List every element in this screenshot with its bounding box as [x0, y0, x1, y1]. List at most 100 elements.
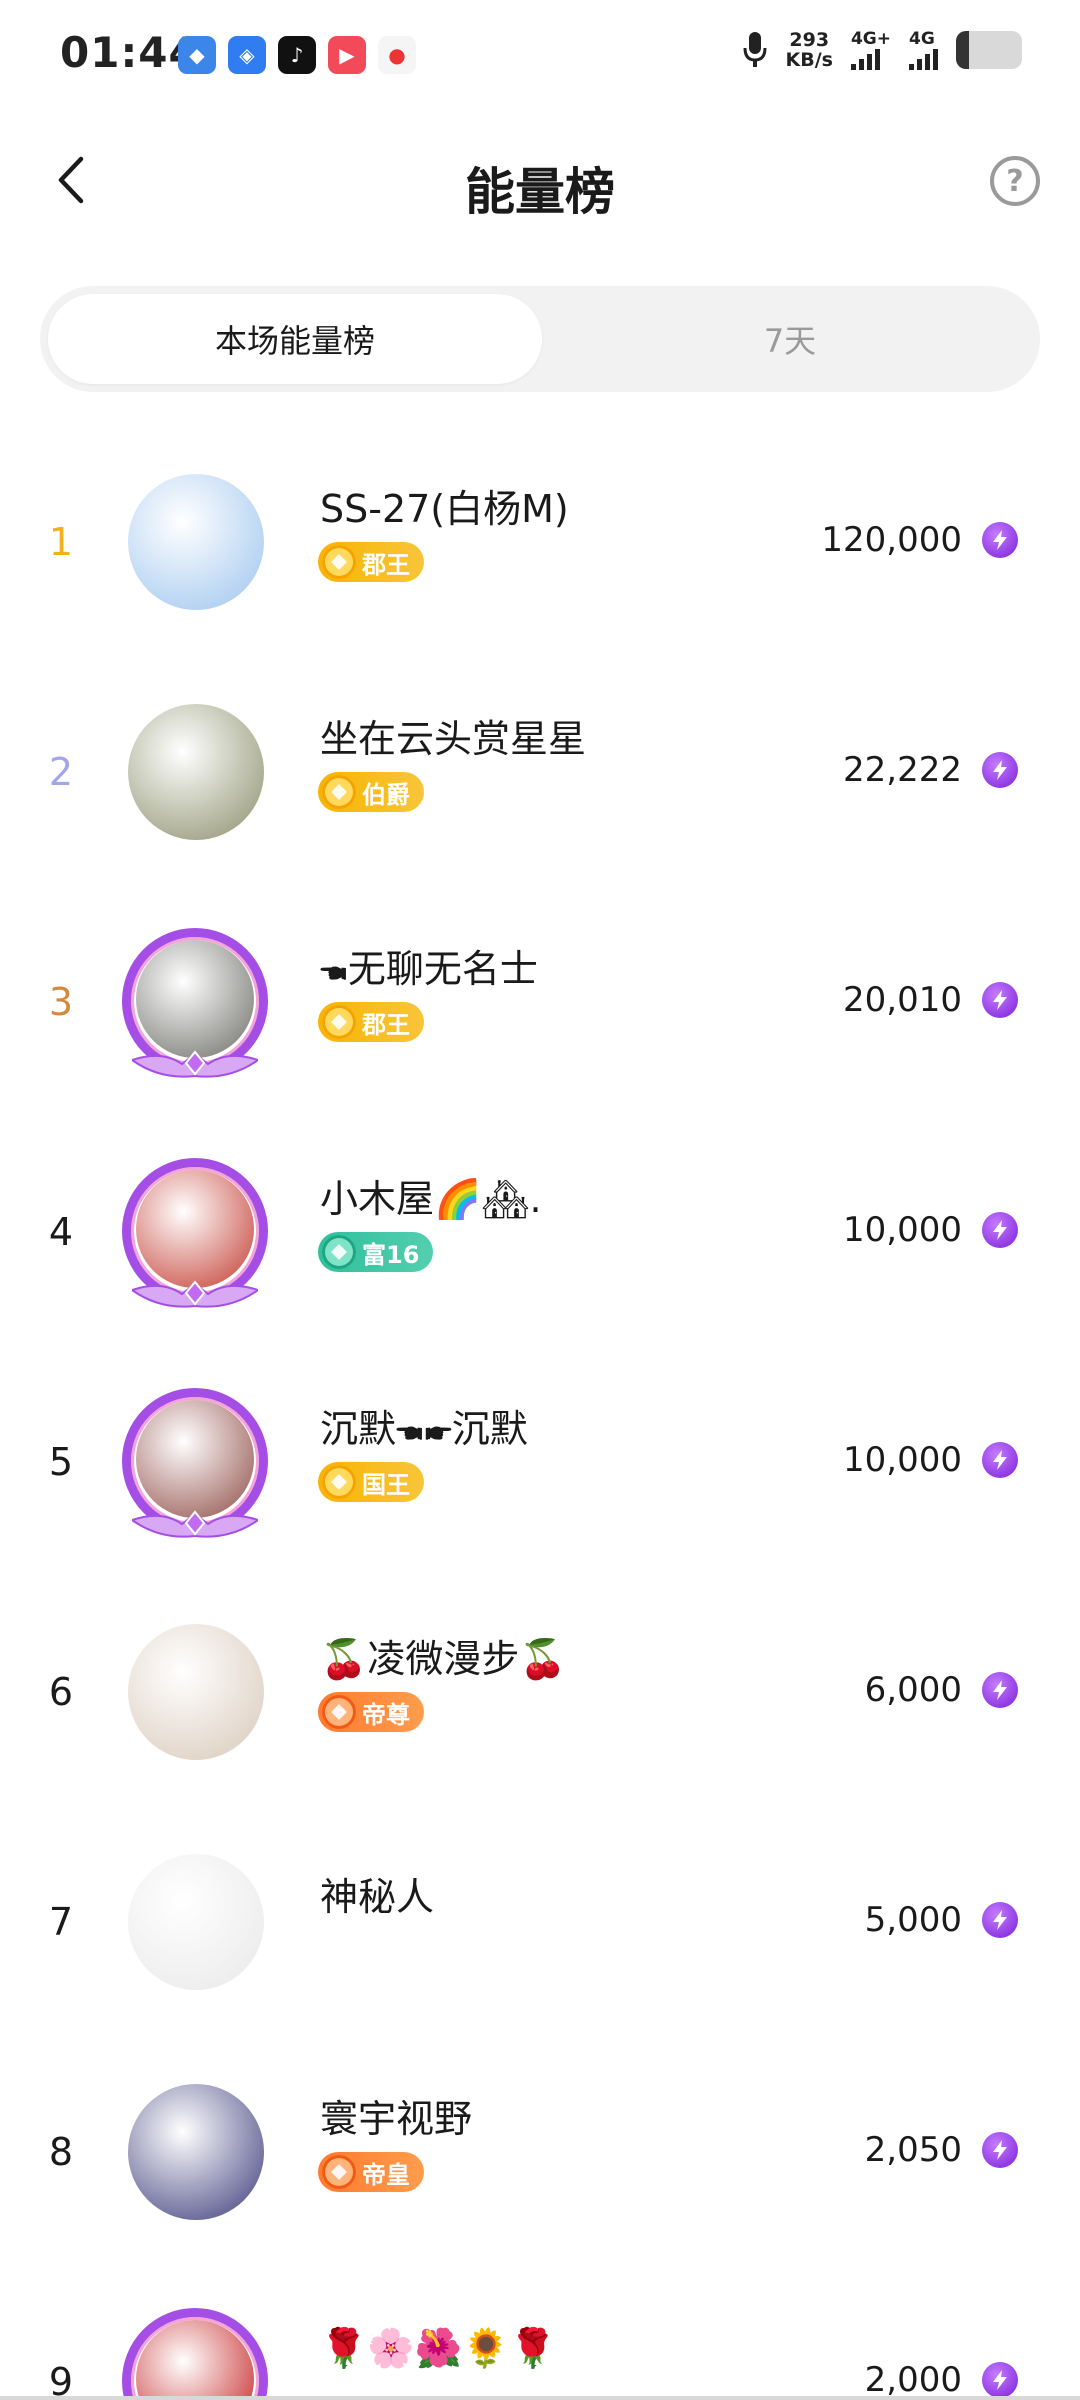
browser-app-icon: ◈ — [228, 36, 266, 74]
signal-1-label: 4G+ — [850, 29, 891, 49]
list-item[interactable]: 4 小木屋🌈🏘. 富16 10,000 — [0, 1118, 1080, 1348]
header: 能量榜 ? — [0, 112, 1080, 252]
bottom-divider — [0, 2396, 1080, 2400]
list-item[interactable]: 5 沉默🖜🖝沉默 国王 10,000 — [0, 1348, 1080, 1578]
battery-icon — [956, 31, 1022, 69]
list-item[interactable]: 3 🖜无聊无名士 郡王 20,010 — [0, 888, 1080, 1118]
level-badge: 国王 — [318, 1462, 424, 1502]
signal-bars-icon — [850, 48, 880, 70]
help-button[interactable]: ? — [990, 156, 1040, 206]
avatar — [128, 2084, 264, 2220]
page-title: 能量榜 — [465, 163, 615, 221]
level-badge: 富16 — [318, 1232, 434, 1272]
avatar-container[interactable] — [122, 1618, 266, 1768]
list-item[interactable]: 7 神秘人 5,000 — [0, 1808, 1080, 2038]
level-badge: 帝皇 — [318, 2152, 424, 2192]
badge-label: 帝尊 — [362, 1700, 410, 1729]
list-item[interactable]: 2 坐在云头赏星星 伯爵 22,222 — [0, 658, 1080, 888]
avatar — [128, 1624, 264, 1760]
user-name: 寰宇视野 — [320, 2097, 473, 2141]
lightning-icon — [982, 752, 1018, 788]
energy-score: 22,222 — [843, 750, 962, 790]
energy-score: 2,050 — [864, 2130, 962, 2170]
avatar-container[interactable] — [122, 1158, 268, 1308]
map-app-icon: ◆ — [178, 36, 216, 74]
frame-wings-icon — [132, 1280, 258, 1308]
list-item[interactable]: 6 🍒凌微漫步🍒 帝尊 6,000 — [0, 1578, 1080, 1808]
list-item[interactable]: 1 SS-27(白杨M) 郡王 120,000 — [0, 428, 1080, 658]
level-badge: 郡王 — [318, 1002, 424, 1042]
avatar-container[interactable] — [122, 928, 268, 1078]
rank-number: 1 — [48, 520, 74, 564]
badge-label: 帝皇 — [362, 2160, 410, 2189]
badge-label: 郡王 — [362, 550, 410, 579]
avatar-container[interactable] — [122, 468, 266, 618]
user-name: SS-27(白杨M) — [320, 487, 569, 531]
badge-icon — [322, 1695, 356, 1729]
user-name: 🍒凌微漫步🍒 — [320, 1637, 567, 1681]
energy-score: 6,000 — [864, 1670, 962, 1710]
avatar-container[interactable] — [122, 698, 266, 848]
avatar-container[interactable] — [122, 1388, 268, 1538]
network-speed: 293 KB/s — [786, 30, 833, 70]
signal-2-label: 4G — [909, 29, 935, 49]
badge-label: 国王 — [362, 1470, 410, 1499]
user-name: 🖜无聊无名士 — [320, 947, 538, 991]
rank-number: 2 — [48, 750, 74, 794]
avatar-container[interactable] — [122, 1848, 266, 1998]
badge-icon — [322, 1235, 356, 1269]
video-app-icon: ▶ — [328, 36, 366, 74]
location-app-icon: ● — [378, 36, 416, 74]
user-name: 小木屋🌈🏘. — [320, 1177, 542, 1221]
rank-number: 3 — [48, 980, 74, 1024]
badge-label: 郡王 — [362, 1010, 410, 1039]
list-item[interactable]: 8 寰宇视野 帝皇 2,050 — [0, 2038, 1080, 2268]
level-badge: 伯爵 — [318, 772, 424, 812]
status-right: 293 KB/s 4G+ 4G — [742, 29, 1022, 70]
user-name: 🌹🌸🌺🌻🌹 — [320, 2326, 557, 2370]
avatar — [128, 1854, 264, 1990]
rank-number: 5 — [48, 1440, 74, 1484]
leaderboard-tabs: 本场能量榜 7天 — [40, 286, 1040, 392]
avatar-container[interactable] — [122, 2308, 268, 2400]
rank-number: 6 — [48, 1670, 74, 1714]
badge-icon — [322, 775, 356, 809]
energy-score: 2,000 — [864, 2360, 962, 2400]
lightning-icon — [982, 2362, 1018, 2398]
signal-2: 4G — [909, 30, 938, 70]
list-item[interactable]: 9 🌹🌸🌺🌻🌹 2,000 — [0, 2268, 1080, 2400]
notification-icons: ◆ ◈ ♪ ▶ ● — [178, 36, 416, 74]
lightning-icon — [982, 2132, 1018, 2168]
tab-current-session[interactable]: 本场能量榜 — [48, 294, 542, 384]
lightning-icon — [982, 982, 1018, 1018]
tiktok-app-icon: ♪ — [278, 36, 316, 74]
signal-bars-icon — [909, 48, 938, 70]
level-badge: 郡王 — [318, 542, 424, 582]
net-speed-value: 293 — [789, 29, 830, 51]
frame-wings-icon — [132, 1050, 258, 1078]
badge-label: 伯爵 — [362, 780, 410, 809]
avatar — [128, 704, 264, 840]
badge-icon — [322, 2155, 356, 2189]
rank-number: 9 — [48, 2360, 74, 2400]
microphone-icon — [743, 32, 766, 67]
badge-icon — [322, 1005, 356, 1039]
level-badge: 帝尊 — [318, 1692, 424, 1732]
rank-number: 7 — [48, 1900, 74, 1944]
badge-label: 富16 — [362, 1240, 420, 1269]
avatar — [128, 474, 264, 610]
lightning-icon — [982, 1672, 1018, 1708]
energy-score: 120,000 — [821, 520, 962, 560]
avatar-container[interactable] — [122, 2078, 266, 2228]
user-name: 神秘人 — [320, 1875, 435, 1919]
lightning-icon — [982, 1442, 1018, 1478]
energy-score: 10,000 — [843, 1440, 962, 1480]
energy-score: 5,000 — [864, 1900, 962, 1940]
tab-7-days[interactable]: 7天 — [580, 294, 1000, 384]
lightning-icon — [982, 1902, 1018, 1938]
user-name: 沉默🖜🖝沉默 — [320, 1407, 528, 1451]
status-bar: 01:44 ◆ ◈ ♪ ▶ ● 293 KB/s 4G+ 4G — [0, 0, 1080, 112]
question-mark-icon: ? — [1006, 163, 1024, 199]
rank-number: 8 — [48, 2130, 74, 2174]
badge-icon — [322, 1465, 356, 1499]
